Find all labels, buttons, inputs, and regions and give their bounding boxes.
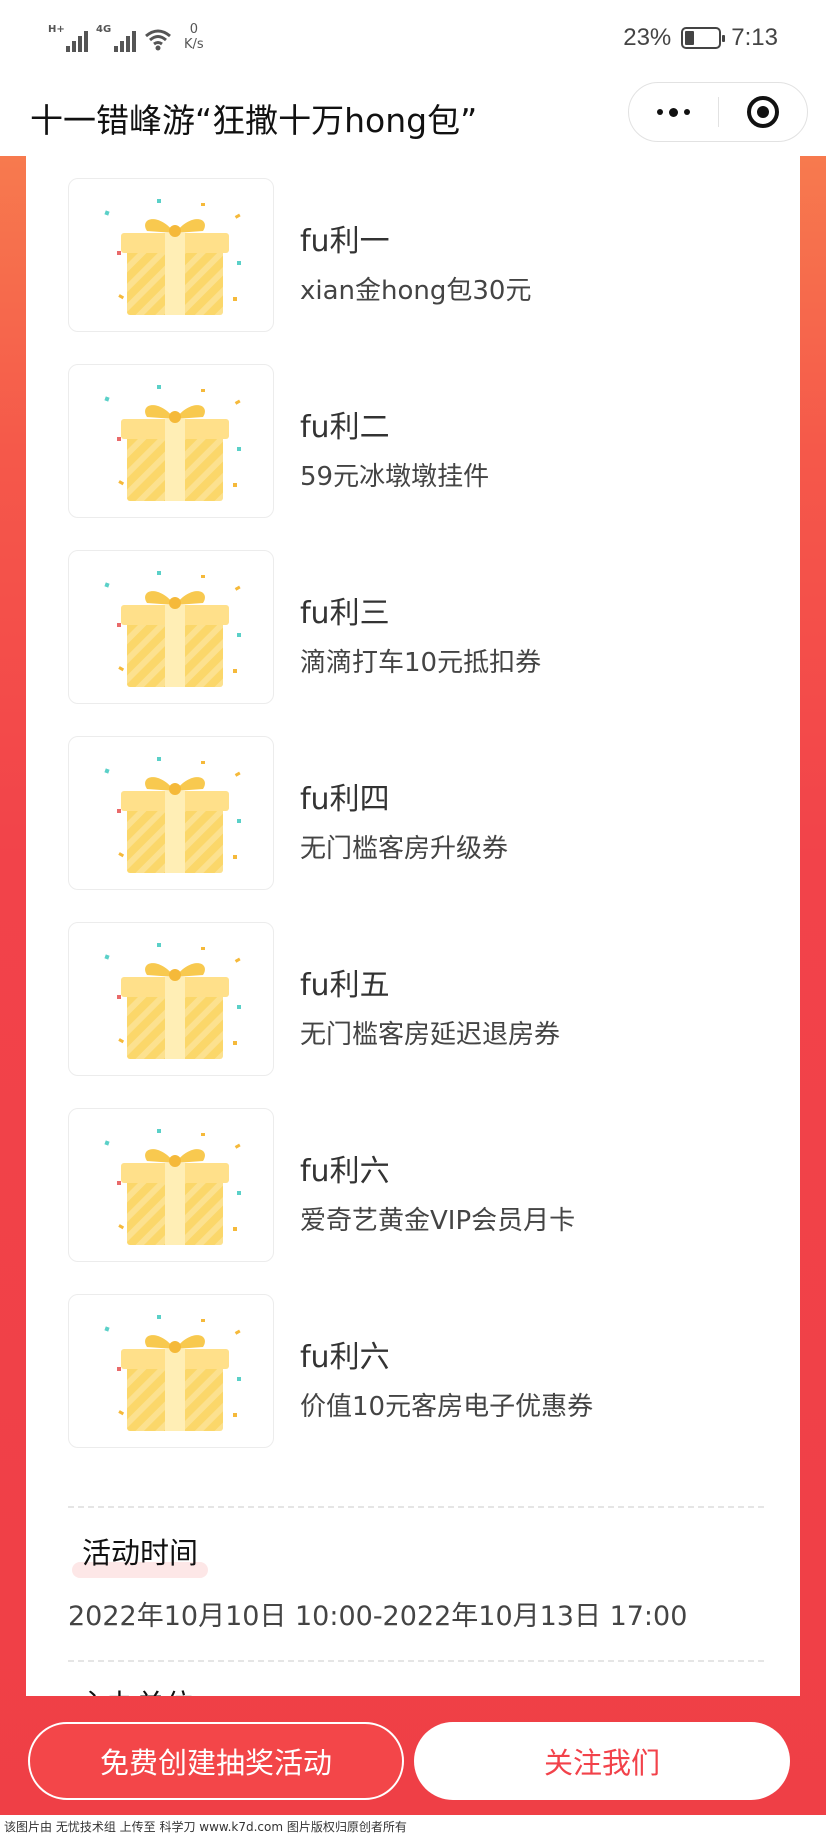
gift-box-icon <box>68 1108 274 1262</box>
create-lottery-button[interactable]: 免费创建抽奖活动 <box>28 1722 404 1800</box>
mini-program-title-bar: 十一错峰游“狂撒十万hong包” <box>0 80 826 156</box>
status-left: H+ 4G 0 K/s <box>48 22 204 52</box>
prize-item: fu利六爱奇艺黄金VIP会员月卡 <box>68 1108 768 1262</box>
prize-item: fu利一 xian金hong包30元 <box>68 178 768 332</box>
gift-box-icon <box>68 364 274 518</box>
status-bar: H+ 4G 0 K/s 23% 7:13 <box>0 0 826 80</box>
gift-box-icon <box>68 550 274 704</box>
gift-box-icon <box>68 736 274 890</box>
more-dots-icon[interactable] <box>629 83 718 141</box>
gift-box-icon <box>68 922 274 1076</box>
activity-time-label: 活动时间 <box>82 1536 199 1570</box>
prize-name: fu利四 <box>300 782 390 817</box>
prize-description: 无门槛客房升级券 <box>300 834 509 864</box>
net-speed-unit: K/s <box>184 37 204 52</box>
clock-time: 7:13 <box>731 24 778 51</box>
divider <box>68 1506 764 1508</box>
gift-box-icon <box>68 178 274 332</box>
net-speed: 0 K/s <box>184 22 204 52</box>
prize-item: fu利三滴滴打车10元抵扣券 <box>68 550 768 704</box>
battery-icon <box>681 27 726 49</box>
prize-name: fu利六 <box>300 1340 390 1375</box>
follow-us-button[interactable]: 关注我们 <box>414 1722 790 1800</box>
prize-name: fu利一 <box>300 224 390 259</box>
status-right: 23% 7:13 <box>623 24 778 52</box>
prize-item: fu利四无门槛客房升级券 <box>68 736 768 890</box>
gift-box-icon <box>68 1294 274 1448</box>
content-card: fu利一 xian金hong包30元 fu利二 59元冰墩墩挂件 fu利三滴滴打车1… <box>26 156 800 1696</box>
battery-percent: 23% <box>623 24 672 51</box>
capsule-menu <box>628 82 808 142</box>
page-title: 十一错峰游“狂撒十万hong包” <box>30 101 478 140</box>
signal-4g-icon: 4G <box>96 24 136 52</box>
signal-icon: H+ <box>48 24 88 52</box>
prize-name: fu利五 <box>300 968 390 1003</box>
activity-time-value: 2022年10月10日 10:00-2022年10月13日 17:00 <box>68 1601 688 1632</box>
prize-name: fu利三 <box>300 596 390 631</box>
prize-name: fu利二 <box>300 410 390 445</box>
prize-item: fu利六价值10元客房电子优惠券 <box>68 1294 768 1448</box>
prize-description: 59元冰墩墩挂件 <box>300 462 490 492</box>
wifi-icon <box>144 26 172 52</box>
prize-description: 无门槛客房延迟退房券 <box>300 1020 561 1050</box>
host-heading: 主办单位 <box>78 1682 194 1696</box>
signal-tag-4g: 4G <box>96 24 112 35</box>
prize-name: fu利六 <box>300 1154 390 1189</box>
prize-item: fu利五无门槛客房延迟退房券 <box>68 922 768 1076</box>
divider <box>68 1660 764 1662</box>
watermark-footer: 该图片由 无忧技术组 上传至 科学刀 www.k7d.com 图片版权归原创者所… <box>0 1815 826 1839</box>
prize-description: 爱奇艺黄金VIP会员月卡 <box>300 1206 576 1236</box>
prize-description: xian金hong包30元 <box>300 276 532 306</box>
target-circle-icon[interactable] <box>719 83 808 141</box>
signal-tag: H+ <box>48 24 65 35</box>
prize-description: 滴滴打车10元抵扣券 <box>300 648 542 678</box>
prize-description: 价值10元客房电子优惠券 <box>300 1392 594 1422</box>
prize-item: fu利二 59元冰墩墩挂件 <box>68 364 768 518</box>
activity-time-heading: 活动时间 <box>72 1530 209 1578</box>
net-speed-value: 0 <box>189 22 198 37</box>
